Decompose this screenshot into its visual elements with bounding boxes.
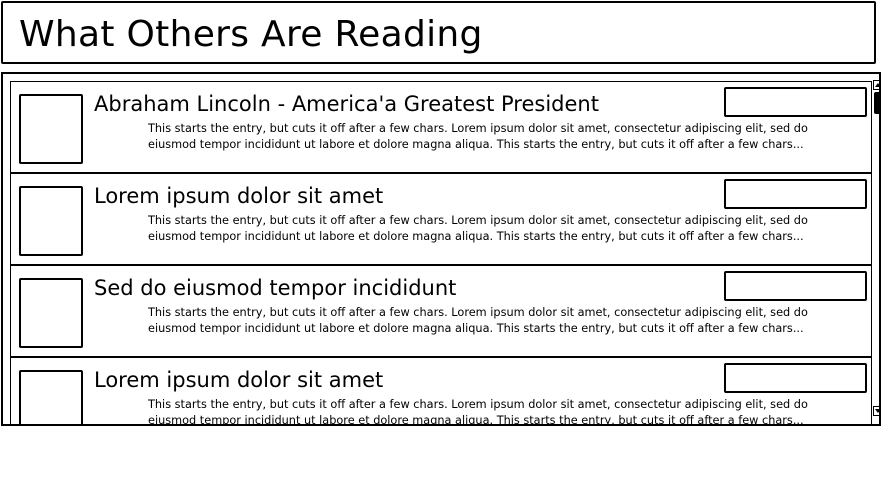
entry-title[interactable]: Abraham Lincoln - America'a Greatest Pre… xyxy=(94,89,599,119)
entry-action-box[interactable] xyxy=(724,363,867,393)
vertical-scrollbar[interactable] xyxy=(873,80,879,416)
list-item[interactable]: Lorem ipsum dolor sit amet This starts t… xyxy=(11,174,871,266)
reading-list-panel: Abraham Lincoln - America'a Greatest Pre… xyxy=(1,72,881,426)
entry-thumbnail[interactable] xyxy=(19,370,83,424)
page-header: What Others Are Reading xyxy=(1,1,876,64)
entry-title[interactable]: Sed do eiusmod tempor incididunt xyxy=(94,273,456,303)
entry-thumbnail[interactable] xyxy=(19,94,83,164)
reading-list[interactable]: Abraham Lincoln - America'a Greatest Pre… xyxy=(10,81,872,426)
list-item[interactable]: Sed do eiusmod tempor incididunt This st… xyxy=(11,266,871,358)
entry-action-box[interactable] xyxy=(724,87,867,117)
list-item[interactable]: Abraham Lincoln - America'a Greatest Pre… xyxy=(11,82,871,174)
entry-snippet: This starts the entry, but cuts it off a… xyxy=(148,214,808,243)
entry-action-box[interactable] xyxy=(724,179,867,209)
entry-snippet: This starts the entry, but cuts it off a… xyxy=(148,306,808,335)
entry-thumbnail[interactable] xyxy=(19,186,83,256)
entry-snippet: This starts the entry, but cuts it off a… xyxy=(148,398,808,426)
entry-title[interactable]: Lorem ipsum dolor sit amet xyxy=(94,365,383,395)
entry-title[interactable]: Lorem ipsum dolor sit amet xyxy=(94,181,383,211)
list-item[interactable]: Lorem ipsum dolor sit amet This starts t… xyxy=(11,358,871,426)
entry-action-box[interactable] xyxy=(724,271,867,301)
page-title: What Others Are Reading xyxy=(19,14,483,55)
scroll-down-arrow-icon[interactable] xyxy=(873,406,879,416)
entry-snippet: This starts the entry, but cuts it off a… xyxy=(148,122,808,151)
scrollbar-thumb[interactable] xyxy=(874,92,879,114)
entry-thumbnail[interactable] xyxy=(19,278,83,348)
scroll-up-arrow-icon[interactable] xyxy=(873,80,879,90)
